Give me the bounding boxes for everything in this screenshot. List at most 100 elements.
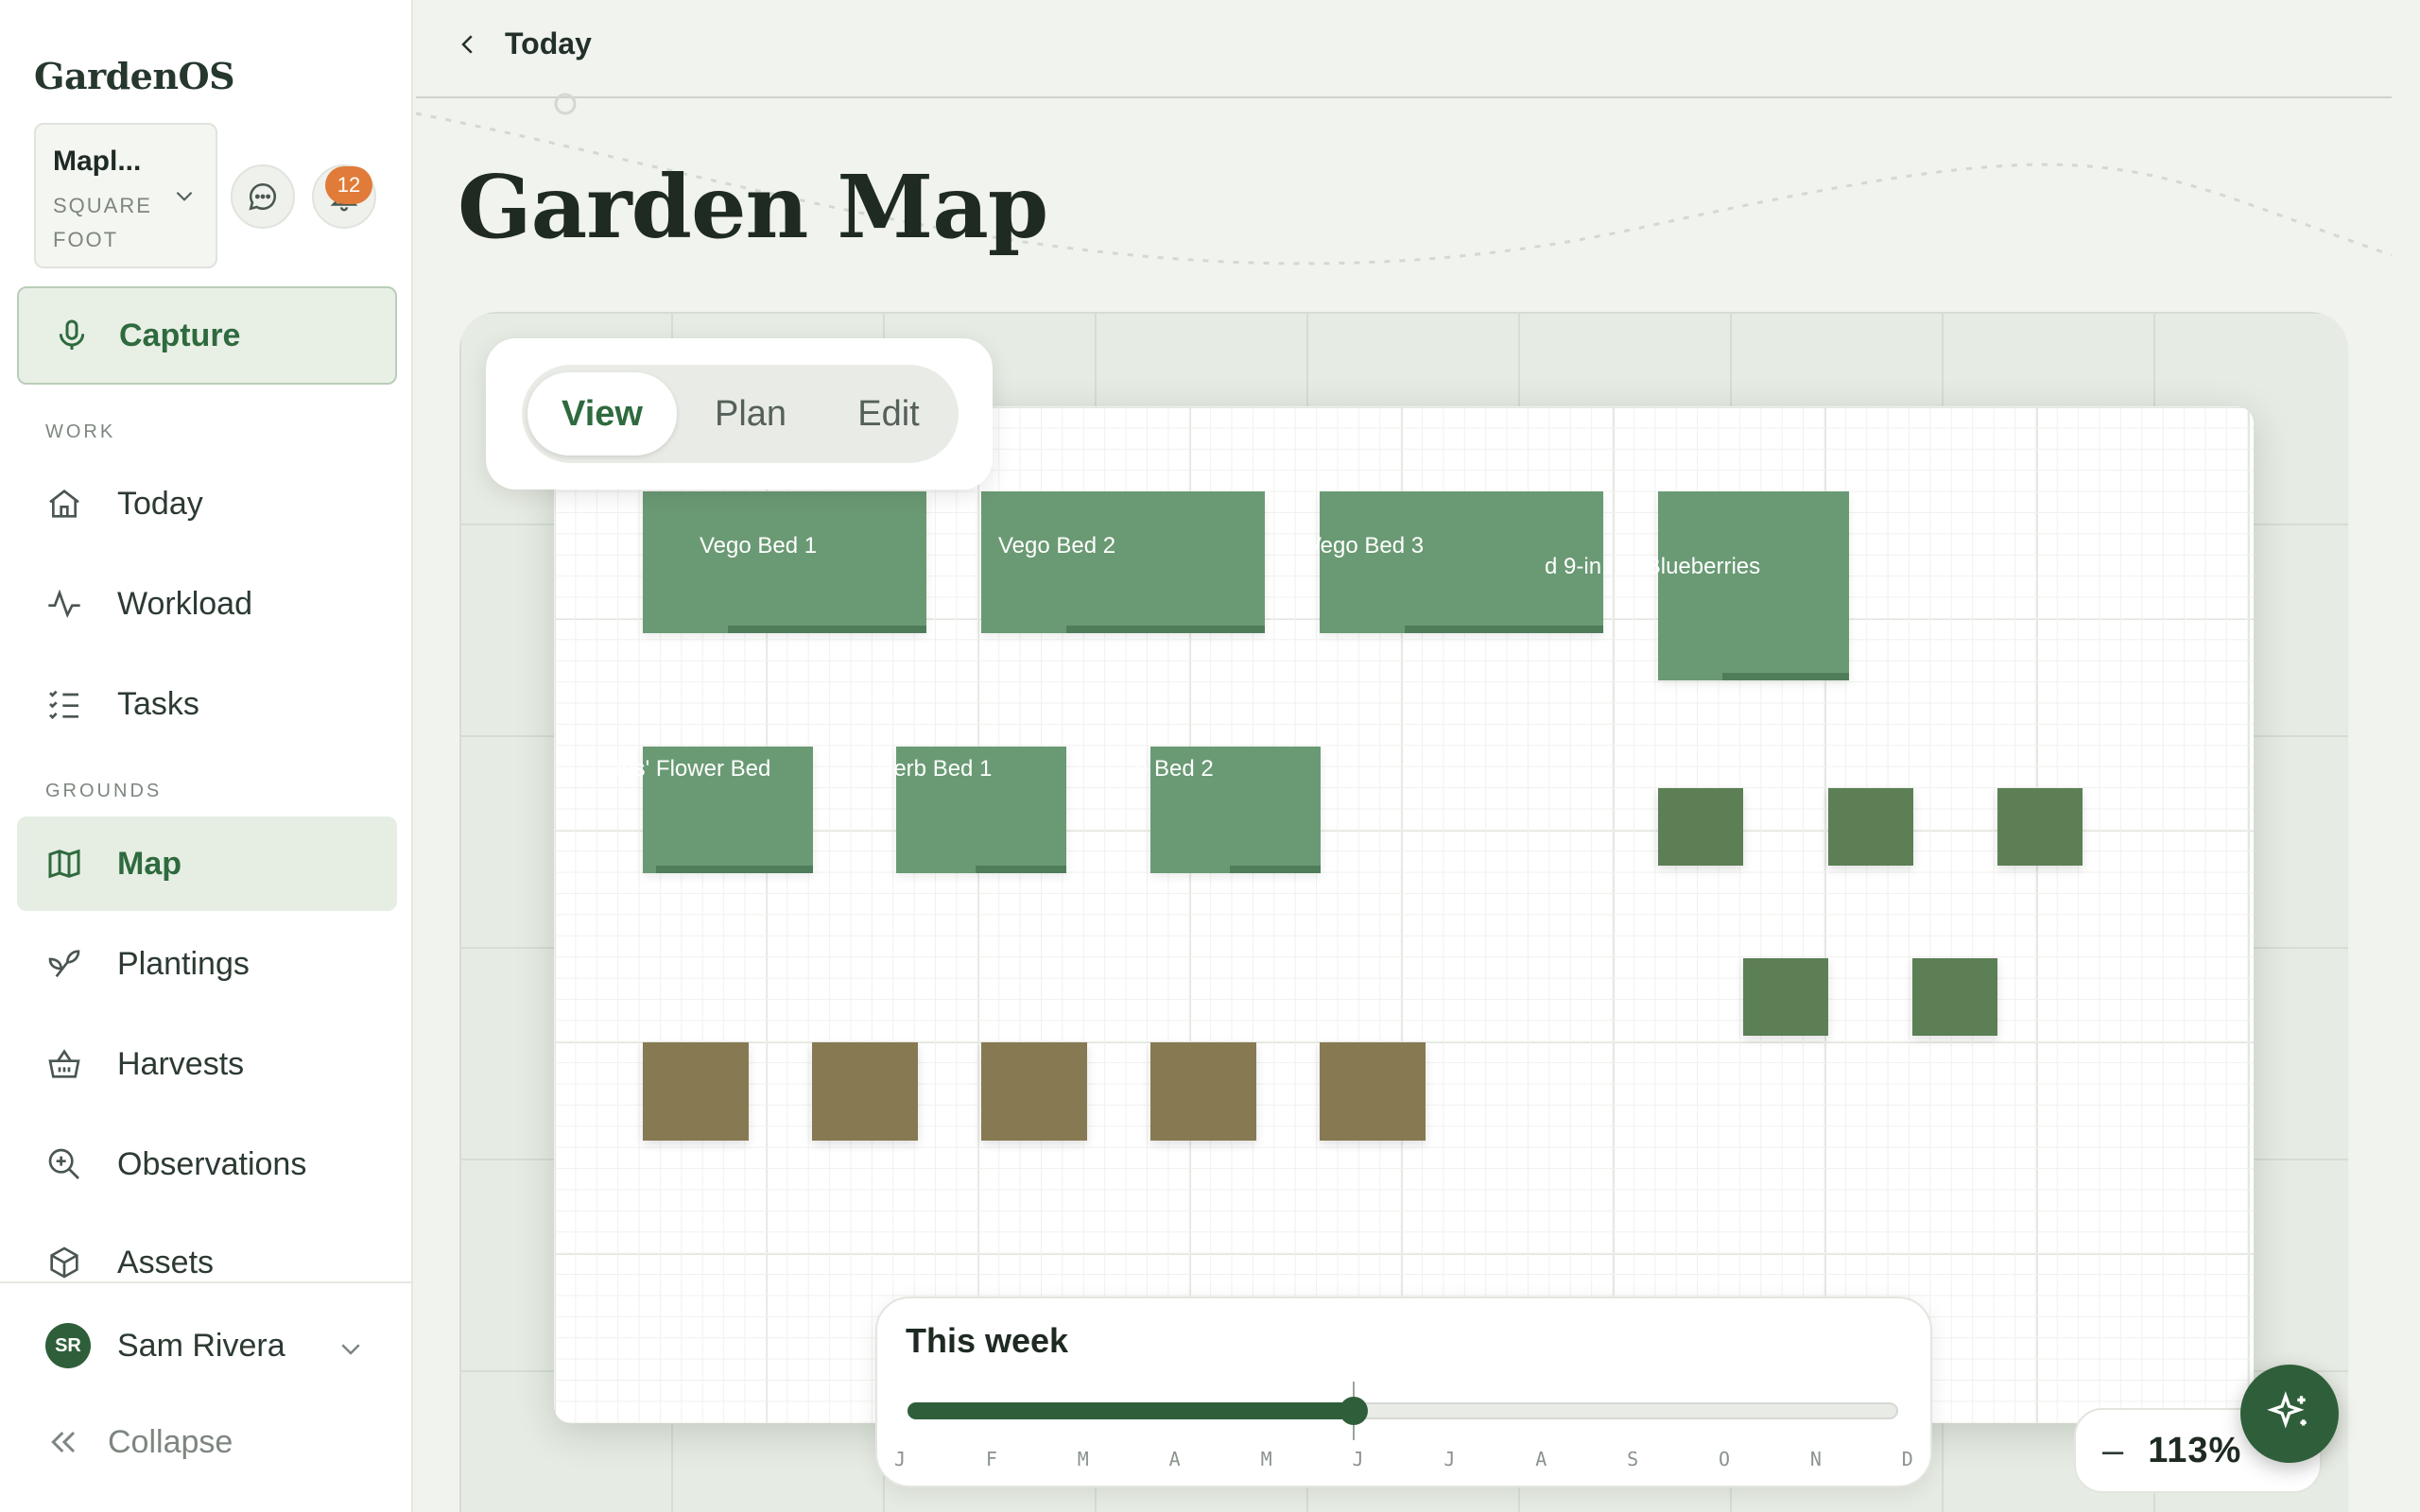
zoom-in-icon (48, 1148, 79, 1179)
sidebar-item-label: Workload (117, 585, 252, 622)
chevron-down-icon (176, 191, 193, 201)
garden-selector[interactable]: Mapl... SQUARE FOOT (34, 123, 217, 268)
timeline-month-label: S (1627, 1448, 1639, 1470)
bed-herb-bed-1[interactable]: Herb Bed 1 (877, 747, 1066, 873)
bed-vego-bed-2[interactable]: Vego Bed 2 (981, 491, 1265, 633)
sidebar-item-plantings[interactable]: Plantings (17, 917, 397, 1011)
mode-view-button[interactable]: View (527, 372, 677, 455)
timeline-month-label: J (1443, 1448, 1456, 1470)
bed-label: Vego Bed 1 (700, 533, 818, 558)
sidebar-item-workload[interactable]: Workload (17, 557, 397, 651)
checklist-icon (49, 690, 78, 720)
sidebar-item-label: Harvests (117, 1045, 245, 1082)
bed-label: Herb Bed 1 (877, 756, 993, 782)
planter-pot[interactable] (1828, 788, 1913, 866)
chevron-down-icon[interactable] (337, 1334, 365, 1363)
timeline-slider-handle[interactable] (1339, 1397, 1368, 1425)
bed-label: ids' Flower Bed (616, 756, 771, 782)
timeline-month-label: J (1352, 1448, 1364, 1470)
chevron-left-icon (461, 34, 473, 54)
timeline-month-label: J (894, 1448, 907, 1470)
zoom-out-button[interactable]: – (2102, 1430, 2123, 1472)
sidebar-item-label: Today (117, 485, 203, 522)
bed-edge (1405, 626, 1603, 633)
capture-button[interactable]: Capture (17, 286, 397, 385)
app-logo: GardenOS (34, 55, 235, 97)
sidebar-item-today[interactable]: Today (17, 456, 397, 551)
timeline-month-label: F (985, 1448, 997, 1470)
planter-pot[interactable] (1912, 958, 1997, 1036)
timeline-month-label: N (1809, 1448, 1822, 1470)
home-icon (49, 489, 79, 518)
grow-bag[interactable] (981, 1042, 1087, 1141)
page-title: Garden Map (458, 156, 1048, 258)
user-menu[interactable]: SR Sam Rivera (45, 1323, 285, 1368)
collapse-sidebar-button[interactable]: Collapse (45, 1423, 233, 1461)
mode-segmented-control: View Plan Edit (522, 365, 959, 463)
notification-count-badge: 12 (325, 166, 372, 204)
mode-plan-button[interactable]: Plan (677, 372, 824, 455)
sidebar: GardenOS Mapl... SQUARE FOOT 12 Capture … (0, 0, 413, 1512)
timeline-month-label: A (1535, 1448, 1547, 1470)
planter-pot[interactable] (1997, 788, 2083, 866)
sidebar-item-map[interactable]: Map (17, 816, 397, 911)
grow-bag[interactable] (1320, 1042, 1426, 1141)
bed-edge (1066, 626, 1265, 633)
capture-label: Capture (119, 317, 241, 353)
timeline-month-label: O (1719, 1448, 1731, 1470)
grow-bag[interactable] (812, 1042, 918, 1141)
planter-pot[interactable] (1658, 788, 1743, 866)
messages-button[interactable] (231, 164, 295, 229)
bed-vego-bed-1[interactable]: Vego Bed 1 (643, 491, 926, 633)
sidebar-item-label: Assets (117, 1244, 215, 1280)
bed-edge (976, 866, 1066, 873)
back-label: Today (505, 26, 592, 60)
bed-kids-flower-bed[interactable]: ids' Flower Bed (616, 747, 813, 873)
sidebar-item-label: Plantings (117, 945, 250, 982)
chat-icon (249, 182, 276, 211)
ai-assistant-button[interactable] (2240, 1365, 2339, 1463)
mode-edit-button[interactable]: Edit (824, 372, 953, 455)
timeline-month-label: M (1077, 1448, 1089, 1470)
sidebar-item-observations[interactable]: Observations (17, 1117, 397, 1211)
sprout-icon (48, 950, 80, 978)
sidebar-item-tasks[interactable]: Tasks (17, 657, 397, 751)
sidebar-item-label: Tasks (117, 685, 199, 722)
microphone-icon (59, 319, 85, 350)
bed-blueberries[interactable]: d 9-in... – Blueberries (1545, 491, 1849, 680)
bed-label: Vego Bed 2 (998, 533, 1116, 558)
planter-pot[interactable] (1743, 958, 1828, 1036)
sparkles-icon (2267, 1391, 2307, 1429)
timeline-fill (908, 1402, 1354, 1419)
avatar: SR (45, 1323, 91, 1368)
timeline-month-labels: JFMAMJJASOND (894, 1448, 1913, 1470)
basket-icon (48, 1049, 80, 1078)
map-icon (48, 849, 80, 879)
season-timeline: This week J F M A M J J A S O N D (875, 1297, 1932, 1487)
mode-switcher-card: View Plan Edit (486, 338, 993, 490)
bed-herb-bed-2[interactable]: b Bed 2 (1135, 747, 1321, 873)
sidebar-item-label: Map (117, 845, 182, 882)
bed-edge (656, 866, 813, 873)
top-bar (416, 0, 2392, 98)
chevrons-left-icon (51, 1431, 76, 1453)
grow-bag[interactable] (1150, 1042, 1256, 1141)
garden-name: Mapl... (53, 146, 142, 177)
grow-bag[interactable] (643, 1042, 749, 1141)
timeline-month-label: D (1901, 1448, 1913, 1470)
box-icon (50, 1246, 78, 1279)
sidebar-divider (0, 1281, 413, 1283)
sidebar-item-assets[interactable]: Assets (17, 1215, 397, 1310)
collapse-label: Collapse (108, 1423, 233, 1460)
section-label-work: WORK (45, 421, 116, 442)
activity-icon (48, 589, 80, 619)
bed-edge (1230, 866, 1321, 873)
bed-edge (728, 626, 926, 633)
timeline-title: This week (906, 1321, 1069, 1360)
bed-label: b Bed 2 (1135, 756, 1214, 782)
timeline-month-label: M (1260, 1448, 1272, 1470)
timeline-month-label: A (1168, 1448, 1181, 1470)
bed-edge (1722, 673, 1849, 680)
back-button[interactable]: Today (454, 26, 592, 61)
sidebar-item-harvests[interactable]: Harvests (17, 1017, 397, 1111)
